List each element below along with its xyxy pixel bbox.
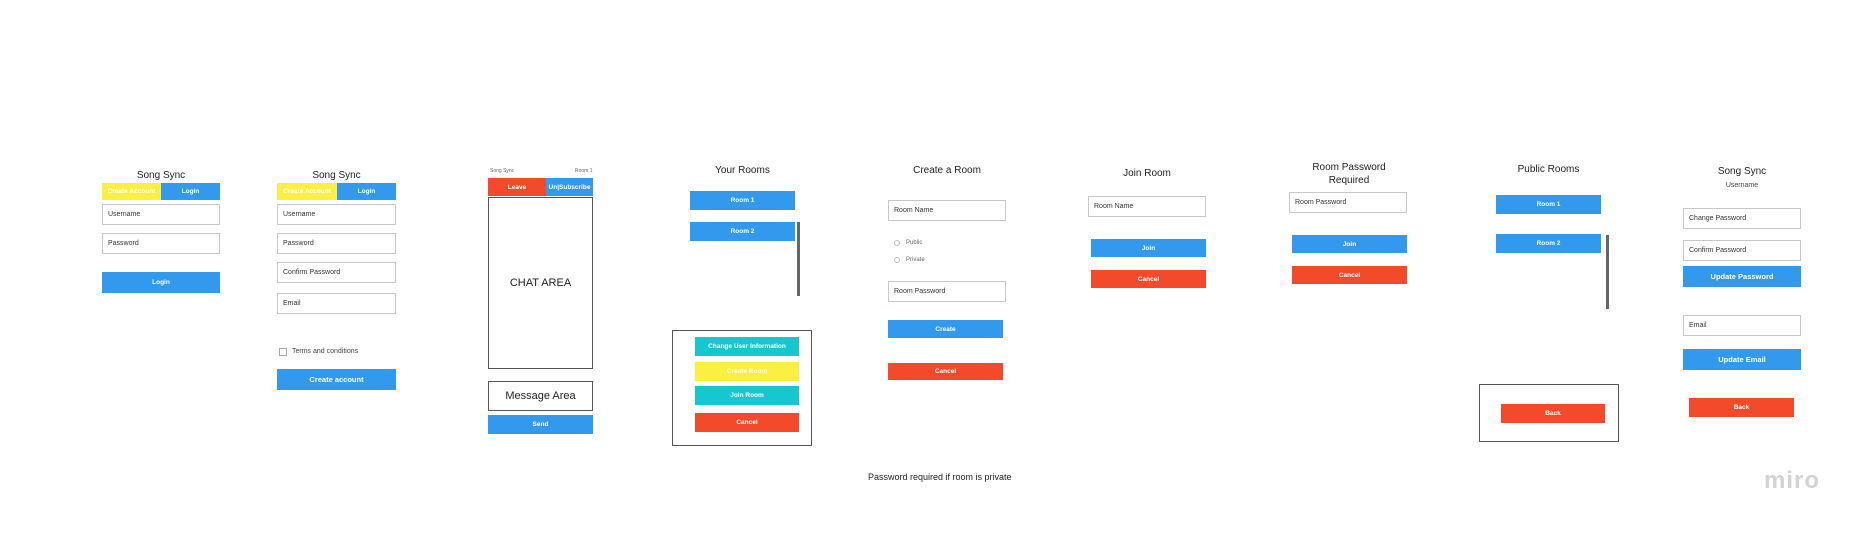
- room-password-title-line2: Required: [1328, 175, 1370, 186]
- terms-label: Terms and conditions: [292, 348, 359, 355]
- create-account-button[interactable]: Create account: [277, 369, 396, 390]
- chat-area: CHAT AREA: [488, 197, 593, 369]
- chat-room-name: Room 1: [575, 168, 593, 174]
- chat-app-name: Song Sync: [490, 168, 515, 174]
- private-radio[interactable]: [894, 257, 900, 263]
- settings-confirm-password-field[interactable]: Confirm Password: [1683, 240, 1801, 261]
- private-room-note: Password required if room is private: [868, 472, 1012, 482]
- settings-back-button[interactable]: Back: [1689, 398, 1794, 417]
- room-1-button[interactable]: Room 1: [690, 191, 795, 210]
- public-label: Public: [906, 240, 923, 246]
- private-label: Private: [906, 257, 925, 263]
- rooms-scrollbar[interactable]: [797, 222, 800, 296]
- password-join-button[interactable]: Join: [1292, 235, 1407, 253]
- password-field[interactable]: Password: [102, 233, 220, 254]
- leave-button[interactable]: Leave: [488, 178, 546, 196]
- create-cancel-button[interactable]: Cancel: [888, 363, 1003, 380]
- menu-cancel-button[interactable]: Cancel: [695, 413, 799, 432]
- join-room-button[interactable]: Join Room: [695, 386, 799, 405]
- unsubscribe-button[interactable]: Un|Subscribe: [546, 178, 593, 196]
- join-button[interactable]: Join: [1091, 239, 1206, 257]
- public-radio[interactable]: [894, 240, 900, 246]
- create-room-title: Create a Room: [913, 165, 981, 176]
- signup-title: Song Sync: [312, 170, 361, 181]
- public-rooms-title: Public Rooms: [1517, 164, 1580, 175]
- public-rooms-back-button[interactable]: Back: [1501, 404, 1605, 423]
- join-room-name-field[interactable]: Room Name: [1088, 196, 1206, 217]
- room-name-field[interactable]: Room Name: [888, 200, 1006, 221]
- change-user-information-button[interactable]: Change User Information: [695, 337, 799, 356]
- miro-logo: miro: [1764, 467, 1821, 494]
- create-button[interactable]: Create: [888, 320, 1003, 338]
- update-password-button[interactable]: Update Password: [1683, 266, 1801, 287]
- message-area-label: Message Area: [505, 390, 576, 402]
- signup-confirm-password-field[interactable]: Confirm Password: [277, 262, 396, 283]
- public-room-2-button[interactable]: Room 2: [1496, 234, 1601, 253]
- username-field[interactable]: Username: [102, 204, 220, 225]
- create-room-button[interactable]: Create Room: [695, 362, 799, 381]
- room-password-field[interactable]: Room Password: [888, 281, 1006, 302]
- signup-username-field[interactable]: Username: [277, 204, 396, 225]
- settings-email-field[interactable]: Email: [1683, 315, 1801, 336]
- password-cancel-button[interactable]: Cancel: [1292, 266, 1407, 284]
- login-create-account-tab[interactable]: Create Account: [102, 183, 161, 200]
- room-2-button[interactable]: Room 2: [690, 222, 795, 241]
- settings-title: Song Sync: [1717, 166, 1767, 177]
- public-rooms-scrollbar[interactable]: [1606, 235, 1609, 309]
- settings-username: Username: [1725, 182, 1759, 189]
- update-email-button[interactable]: Update Email: [1683, 349, 1801, 370]
- join-room-title: Join Room: [1123, 168, 1171, 179]
- login-title: Song Sync: [136, 170, 186, 181]
- signup-login-tab[interactable]: Login: [337, 183, 396, 200]
- join-cancel-button[interactable]: Cancel: [1091, 270, 1206, 288]
- send-button[interactable]: Send: [488, 415, 593, 434]
- room-password-title-line1: Room Password: [1312, 162, 1386, 173]
- signup-password-field[interactable]: Password: [277, 233, 396, 254]
- change-password-field[interactable]: Change Password: [1683, 208, 1801, 229]
- signup-create-account-tab[interactable]: Create Account: [277, 183, 337, 200]
- public-room-1-button[interactable]: Room 1: [1496, 195, 1601, 214]
- message-area[interactable]: Message Area: [488, 381, 593, 411]
- terms-checkbox[interactable]: [279, 348, 287, 356]
- chat-area-label: CHAT AREA: [509, 277, 572, 289]
- your-rooms-title: Your Rooms: [715, 165, 770, 176]
- login-login-tab[interactable]: Login: [161, 183, 220, 200]
- login-button[interactable]: Login: [102, 272, 220, 293]
- signup-email-field[interactable]: Email: [277, 293, 396, 314]
- room-password-input[interactable]: Room Password: [1289, 192, 1407, 213]
